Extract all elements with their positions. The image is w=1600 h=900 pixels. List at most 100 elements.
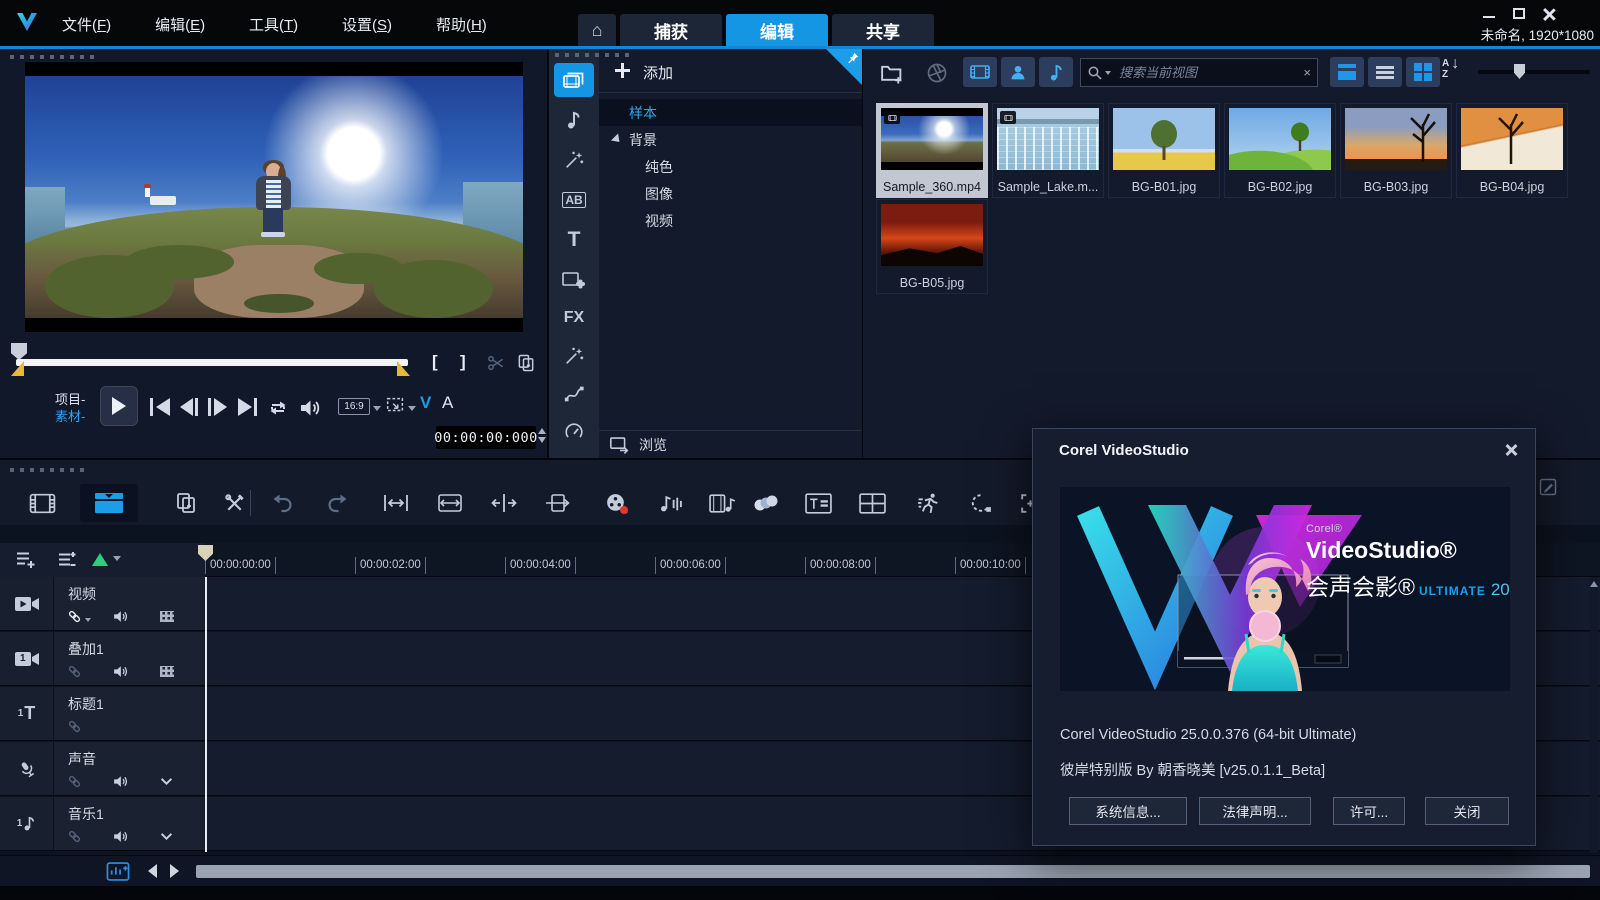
link-icon[interactable] [66, 663, 83, 680]
enlarge-preview-icon[interactable] [516, 353, 536, 373]
video-toggle[interactable]: V [420, 393, 431, 413]
go-start-button[interactable] [148, 398, 172, 416]
timeline-horizontal-scrollbar[interactable] [196, 865, 1590, 878]
media-item[interactable]: Sample_360.mp4 [876, 103, 988, 198]
filter-videos-icon[interactable] [963, 57, 997, 87]
minimize-button[interactable] [1482, 8, 1496, 20]
title-track-icon[interactable]: 1 T [0, 687, 54, 740]
menu-file[interactable]: 文件(F) [62, 14, 111, 35]
search-clear-icon[interactable]: × [1303, 65, 1311, 80]
paste-attributes-icon[interactable] [166, 484, 206, 522]
fit-project-icon[interactable] [376, 484, 416, 522]
track-transparency-icon[interactable] [160, 666, 174, 677]
volume-icon[interactable] [298, 396, 322, 420]
split-screen-template-icon[interactable] [852, 484, 892, 522]
legal-notice-button[interactable]: 法律声明... [1199, 797, 1311, 825]
tab-home[interactable]: ⌂ [578, 14, 616, 46]
filter-photos-icon[interactable] [1001, 57, 1035, 87]
search-box[interactable]: × [1080, 58, 1318, 87]
storyboard-view-icon[interactable] [22, 484, 62, 522]
scrub-marker[interactable] [11, 343, 27, 360]
track-header[interactable]: 视频 [54, 577, 204, 630]
overlay-icon[interactable] [554, 263, 594, 297]
link-icon[interactable] [66, 718, 83, 735]
overlay-track-icon[interactable]: 1 [0, 632, 54, 685]
media-item[interactable]: BG-B02.jpg [1224, 103, 1336, 198]
timeline-view-icon[interactable] [80, 484, 138, 522]
waveform-icon[interactable] [160, 777, 173, 786]
mute-track-icon[interactable] [112, 828, 129, 845]
maximize-button[interactable] [1512, 8, 1526, 20]
tree-item-solid[interactable]: 纯色 [599, 153, 862, 180]
close-dialog-button[interactable]: 关闭 [1425, 797, 1509, 825]
overlap-clips-icon[interactable] [746, 484, 786, 522]
transition-icon[interactable]: AB [554, 183, 594, 217]
undo-icon[interactable] [262, 484, 302, 522]
mute-track-icon[interactable] [112, 773, 129, 790]
filter-audio-icon[interactable] [1039, 57, 1073, 87]
media-item[interactable]: BG-B04.jpg [1456, 103, 1568, 198]
mute-track-icon[interactable] [112, 663, 129, 680]
tree-item-sample[interactable]: 样本 [599, 99, 862, 126]
tab-edit[interactable]: 编辑 [726, 14, 828, 46]
scroll-left-icon[interactable] [148, 864, 157, 878]
subtitle-editor-icon[interactable] [798, 484, 838, 522]
select-tool-icon[interactable] [384, 394, 406, 416]
media-icon[interactable] [554, 63, 594, 97]
filter-icon[interactable]: FX [554, 301, 594, 335]
dialog-close-icon[interactable] [1503, 442, 1519, 458]
chapter-marker-icon[interactable] [92, 553, 108, 566]
insert-mode-icon[interactable] [538, 484, 578, 522]
loop-playback-icon[interactable] [266, 396, 290, 420]
sticker-icon[interactable] [554, 339, 594, 373]
link-dropdown-icon[interactable] [85, 618, 91, 622]
go-end-button[interactable] [238, 398, 262, 416]
slider-thumb[interactable] [1514, 64, 1525, 79]
add-remove-track-icon[interactable] [56, 548, 80, 572]
system-info-button[interactable]: 系统信息... [1069, 797, 1187, 825]
media-item[interactable]: BG-B01.jpg [1108, 103, 1220, 198]
view-gr​id-icon[interactable] [1406, 57, 1440, 87]
track-header[interactable]: 音乐1 [54, 797, 204, 850]
track-manager-icon[interactable] [14, 548, 38, 572]
track-header[interactable]: 标题1 [54, 687, 204, 740]
panel-drag-handle[interactable] [10, 55, 96, 59]
motion-tracking-icon[interactable] [908, 484, 948, 522]
waveform-icon[interactable] [160, 832, 173, 841]
view-filmstrip-icon[interactable] [1330, 57, 1364, 87]
music-track-icon[interactable]: 1 [0, 797, 54, 850]
add-cue-icon[interactable] [106, 862, 130, 881]
tab-share[interactable]: 共享 [832, 14, 934, 46]
mark-in-button[interactable]: [ [432, 352, 438, 372]
video-track-icon[interactable] [0, 577, 54, 630]
aspect-dropdown-icon[interactable] [373, 406, 381, 411]
aspect-ratio-button[interactable]: 16:9 [338, 398, 370, 415]
link-icon[interactable] [66, 828, 83, 845]
next-frame-button[interactable] [208, 398, 230, 416]
toolbar-drag-handle[interactable] [10, 468, 90, 472]
record-capture-icon[interactable] [596, 484, 636, 522]
auto-music-icon[interactable] [702, 484, 742, 522]
play-button[interactable] [100, 386, 138, 426]
mask-creator-icon[interactable] [960, 484, 1000, 522]
fit-timeline-window-icon[interactable] [430, 484, 470, 522]
mode-clip-label[interactable]: 素材- [55, 406, 85, 425]
instant-project-icon[interactable] [554, 143, 594, 177]
timeline-vertical-scrollbar[interactable] [1590, 577, 1598, 852]
audio-toggle[interactable]: A [442, 393, 453, 413]
search-input[interactable] [1117, 64, 1303, 81]
tree-item-background[interactable]: 背景 [599, 126, 862, 153]
tools-icon[interactable] [214, 484, 254, 522]
speed-icon[interactable] [554, 415, 594, 449]
voice-track-icon[interactable] [0, 742, 54, 795]
audio-mixer-icon[interactable] [650, 484, 690, 522]
close-button[interactable] [1542, 8, 1556, 20]
motion-path-icon[interactable] [554, 377, 594, 411]
title-icon[interactable]: T [554, 223, 594, 257]
import-media-icon[interactable] [879, 60, 904, 85]
timecode-display[interactable]: 00:00:00:000 [436, 426, 536, 449]
prev-frame-button[interactable] [180, 398, 202, 416]
split-clip-icon[interactable] [486, 353, 506, 373]
menu-help[interactable]: 帮助(H) [436, 14, 487, 35]
capture-options-icon[interactable] [925, 61, 949, 85]
